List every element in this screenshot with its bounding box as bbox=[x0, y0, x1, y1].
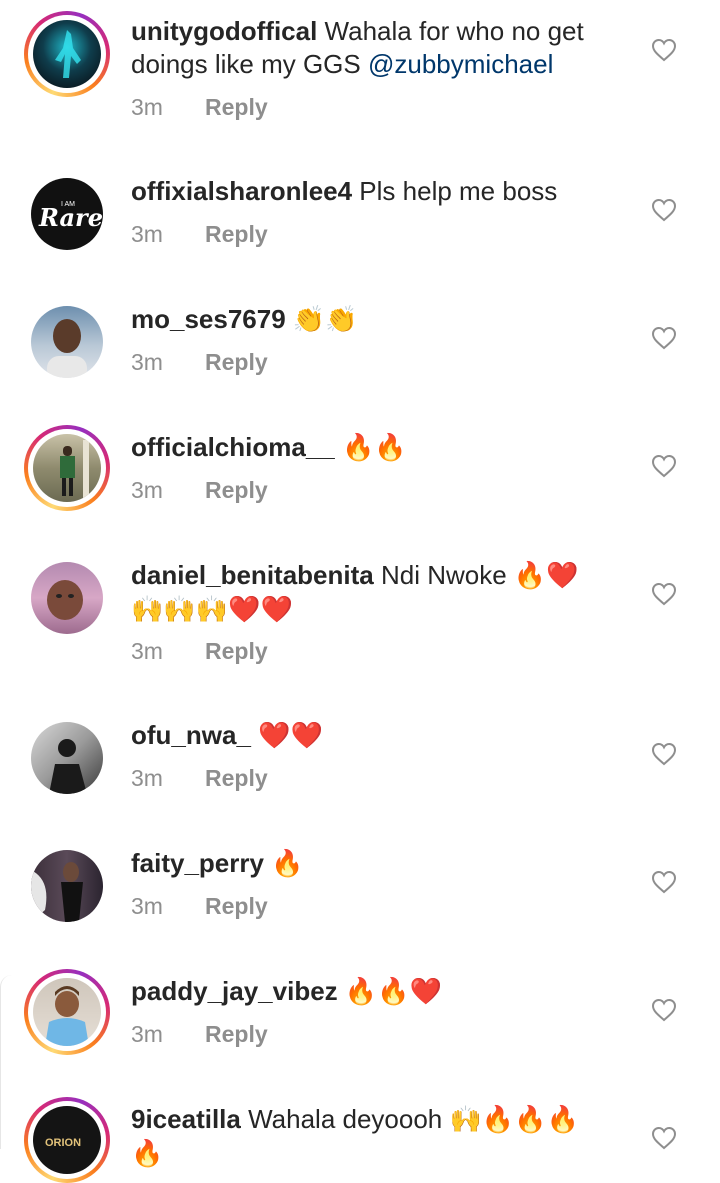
story-ring[interactable] bbox=[24, 969, 110, 1055]
comment-body bbox=[338, 976, 345, 1006]
comment-text: faity_perry 🔥 bbox=[131, 847, 611, 881]
selfie-avatar[interactable] bbox=[31, 562, 103, 634]
reply-button[interactable]: Reply bbox=[205, 1021, 268, 1047]
comment-username[interactable]: ofu_nwa_ bbox=[131, 720, 251, 750]
story-ring[interactable]: ORION bbox=[24, 1097, 110, 1183]
comment-username[interactable]: unitygodoffical bbox=[131, 16, 317, 46]
comment-username[interactable]: paddy_jay_vibez bbox=[131, 976, 338, 1006]
neon-figure-avatar[interactable] bbox=[33, 20, 101, 88]
comment-text: offixialsharonlee4 Pls help me boss bbox=[131, 175, 611, 208]
comment-username[interactable]: offixialsharonlee4 bbox=[131, 176, 352, 206]
like-heart-icon[interactable] bbox=[651, 1126, 677, 1150]
fire-emoji-icon: 🔥 bbox=[271, 849, 304, 879]
reply-button[interactable]: Reply bbox=[205, 765, 268, 791]
comment-text: unitygodoffical Wahala for who no get do… bbox=[131, 15, 611, 81]
outdoor-photo-avatar[interactable] bbox=[33, 434, 101, 502]
comment-username[interactable]: officialchioma__ bbox=[131, 432, 335, 462]
clapping-hands-emoji-icon: 👏👏 bbox=[292, 305, 358, 335]
logo-text: ORION bbox=[45, 1137, 81, 1149]
reply-button[interactable]: Reply bbox=[205, 349, 268, 375]
portrait-avatar[interactable] bbox=[31, 306, 103, 378]
reply-button[interactable]: Reply bbox=[205, 477, 268, 503]
comment-timestamp: 3m bbox=[131, 638, 163, 664]
reply-button[interactable]: Reply bbox=[205, 221, 268, 247]
avatar-frame[interactable] bbox=[24, 555, 110, 641]
comment-body: Wahala deyoooh bbox=[240, 1104, 450, 1134]
comment-body bbox=[286, 304, 293, 334]
comment-meta: 3m Reply bbox=[131, 1021, 268, 1048]
like-heart-icon[interactable] bbox=[651, 198, 677, 222]
comment-meta: 3m Reply bbox=[131, 477, 268, 504]
like-heart-icon[interactable] bbox=[651, 326, 677, 350]
fire-emoji-icon: 🔥🔥 bbox=[341, 433, 407, 463]
comment-username[interactable]: mo_ses7679 bbox=[131, 304, 286, 334]
comment-username[interactable]: 9iceatilla bbox=[131, 1104, 241, 1134]
comment-text: ofu_nwa_ ❤️❤️ bbox=[131, 719, 611, 753]
avatar-frame[interactable] bbox=[24, 299, 110, 385]
fire-heart-emoji-icon: 🔥🔥❤️ bbox=[344, 977, 443, 1007]
comment-timestamp: 3m bbox=[131, 477, 163, 503]
comment-body: Pls help me boss bbox=[352, 176, 558, 206]
red-heart-emoji-icon: ❤️❤️ bbox=[258, 721, 323, 751]
reply-button[interactable]: Reply bbox=[205, 94, 268, 120]
comment-body bbox=[335, 432, 342, 462]
thread-divider bbox=[0, 975, 15, 1149]
comment-text: 9iceatilla Wahala deyoooh 🙌🔥🔥🔥 🔥 bbox=[131, 1103, 611, 1171]
comment-meta: 3m Reply bbox=[131, 349, 268, 376]
comment-timestamp: 3m bbox=[131, 94, 163, 120]
comment-text: officialchioma__ 🔥🔥 bbox=[131, 431, 611, 465]
i-am-rare-logo-avatar[interactable]: I AM Rare bbox=[31, 178, 103, 250]
comment-meta: 3m Reply bbox=[131, 221, 268, 248]
portrait-dark-avatar[interactable] bbox=[31, 850, 103, 922]
comment-body: Ndi Nwoke bbox=[373, 560, 514, 590]
cartoon-avatar[interactable] bbox=[33, 978, 101, 1046]
logo-big-text: Rare bbox=[38, 203, 103, 232]
comment-meta: 3m Reply bbox=[131, 893, 268, 920]
comment-timestamp: 3m bbox=[131, 1021, 163, 1047]
comment-text: mo_ses7679 👏👏 bbox=[131, 303, 611, 337]
comment-meta: 3m Reply bbox=[131, 638, 268, 665]
story-ring[interactable] bbox=[24, 425, 110, 511]
reply-button[interactable]: Reply bbox=[205, 893, 268, 919]
like-heart-icon[interactable] bbox=[651, 38, 677, 62]
avatar-frame[interactable] bbox=[24, 843, 110, 929]
comment-meta: 3m Reply bbox=[131, 94, 268, 121]
comment-username[interactable]: daniel_benitabenita bbox=[131, 560, 374, 590]
comment-text: paddy_jay_vibez 🔥🔥❤️ bbox=[131, 975, 611, 1009]
like-heart-icon[interactable] bbox=[651, 998, 677, 1022]
like-heart-icon[interactable] bbox=[651, 582, 677, 606]
monochrome-photo-avatar[interactable] bbox=[31, 722, 103, 794]
like-heart-icon[interactable] bbox=[651, 870, 677, 894]
comment-text: daniel_benitabenita Ndi Nwoke 🔥❤️ 🙌🙌🙌❤️❤… bbox=[131, 559, 611, 627]
reply-button[interactable]: Reply bbox=[205, 638, 268, 664]
avatar-frame[interactable] bbox=[24, 715, 110, 801]
comment-timestamp: 3m bbox=[131, 349, 163, 375]
like-heart-icon[interactable] bbox=[651, 454, 677, 478]
like-heart-icon[interactable] bbox=[651, 742, 677, 766]
comment-meta: 3m Reply bbox=[131, 765, 268, 792]
comment-timestamp: 3m bbox=[131, 893, 163, 919]
comment-timestamp: 3m bbox=[131, 221, 163, 247]
mention-link[interactable]: @zubbymichael bbox=[368, 49, 553, 79]
comment-timestamp: 3m bbox=[131, 765, 163, 791]
avatar-frame[interactable]: I AM Rare bbox=[24, 171, 110, 257]
orion-logo-avatar[interactable]: ORION bbox=[33, 1106, 101, 1174]
comment-username[interactable]: faity_perry bbox=[131, 848, 264, 878]
story-ring[interactable] bbox=[24, 11, 110, 97]
